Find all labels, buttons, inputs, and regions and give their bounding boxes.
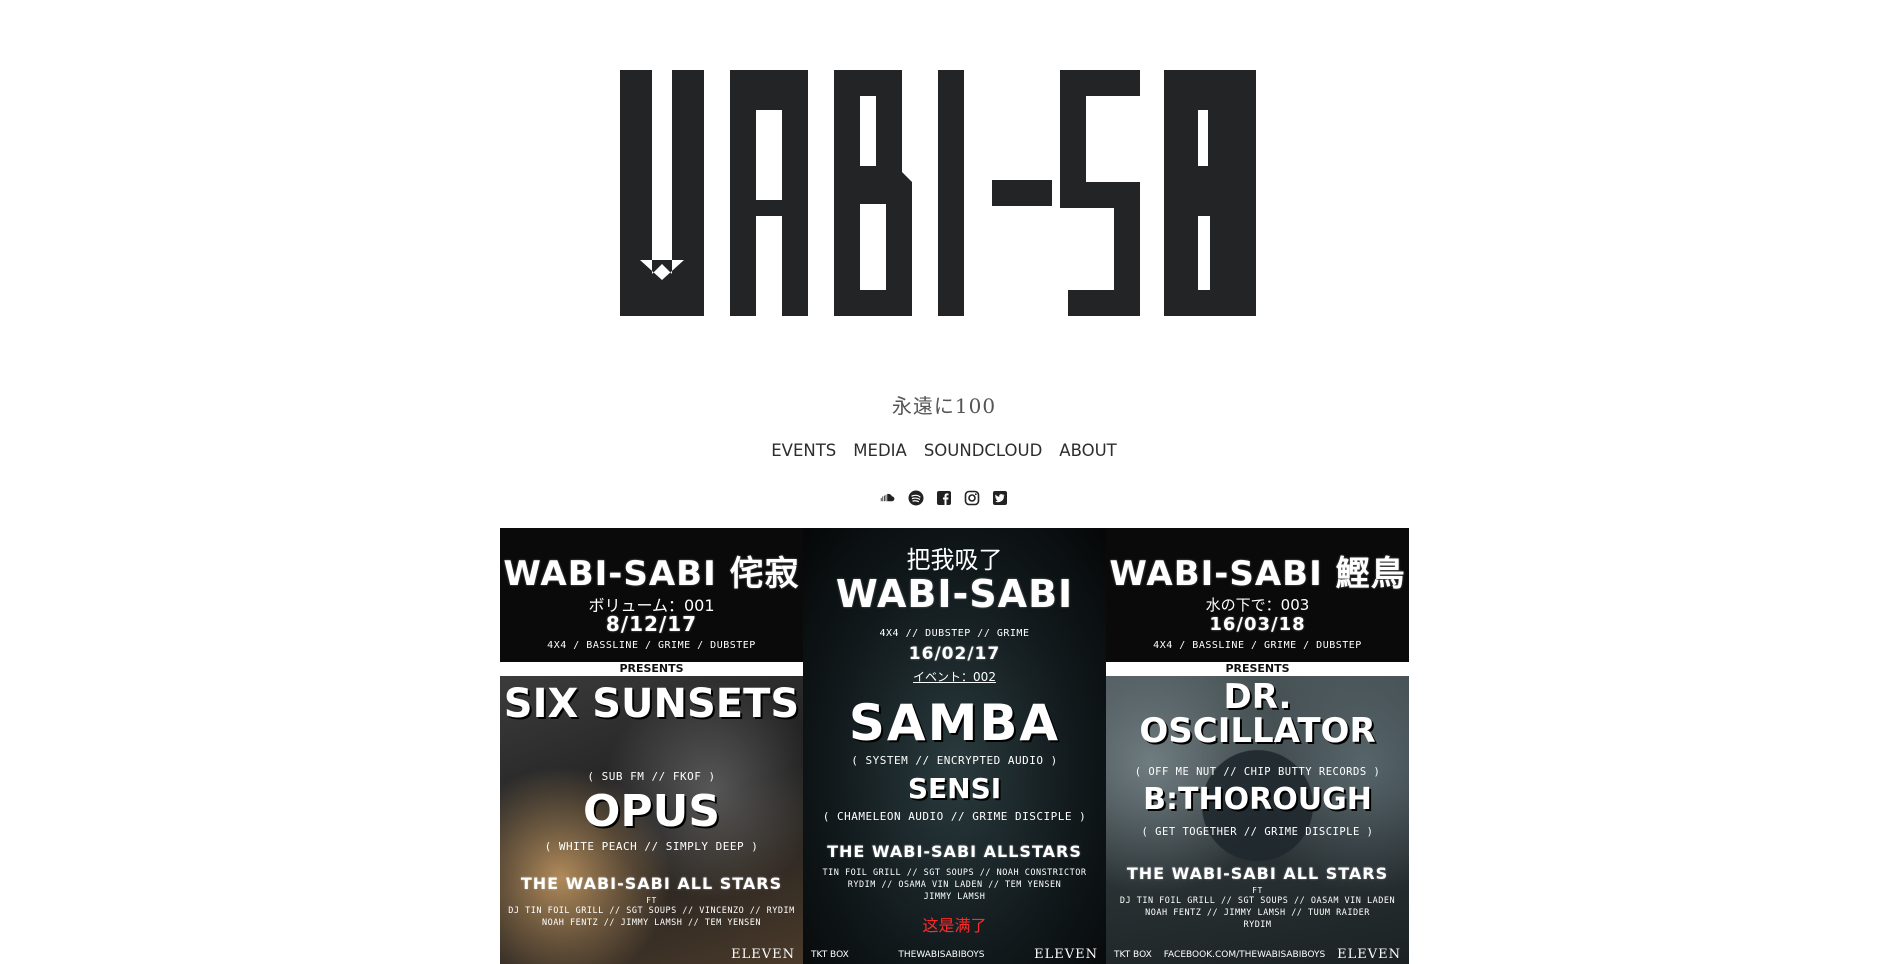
logo-wordmark (620, 70, 1242, 316)
nav-media[interactable]: MEDIA (853, 441, 907, 460)
poster-event-number: イベント：002 (913, 670, 996, 684)
poster-lineup-2: NOAH FENTZ // JIMMY LAMSH // TUUM RAIDER (1145, 908, 1370, 918)
nav-events[interactable]: EVENTS (771, 441, 836, 460)
poster-lineup-1: TIN FOIL GRILL // SGT SOUPS // NOAH CONS… (822, 868, 1087, 878)
poster-allstars: THE WABI-SABI ALL STARS (520, 874, 783, 893)
poster-date: 16/02/17 (908, 644, 1001, 664)
nav-soundcloud[interactable]: SOUNDCLOUD (924, 441, 1042, 460)
poster-volume: 水の下で：003 (1205, 596, 1310, 614)
event-poster-1[interactable]: WABI-SABI 侘寂 ボリューム：001 8/12/17 4X4 / BAS… (500, 528, 803, 964)
poster-footer: ELEVEN (500, 947, 803, 962)
tagline: 永遠に100 (891, 394, 997, 418)
site-logo[interactable] (620, 70, 1272, 316)
event-posters: WABI-SABI 侘寂 ボリューム：001 8/12/17 4X4 / BAS… (500, 528, 1409, 964)
poster-footer: TKT BOX THEWABISABIBOYS ELEVEN (803, 947, 1106, 962)
poster-headliner-1-sub: ( SUB FM // FKOF ) (587, 770, 716, 783)
nav-about[interactable]: ABOUT (1059, 441, 1116, 460)
poster-title: WABI-SABI 侘寂 (503, 554, 800, 594)
poster-soldout: 这是满了 (922, 916, 987, 935)
poster-headliner-2-sub: ( WHITE PEACH // SIMPLY DEEP ) (544, 840, 759, 853)
poster-lineup-1: DJ TIN FOIL GRILL // SGT SOUPS // VINCEN… (508, 906, 795, 916)
poster-header: WABI-SABI 侘寂 ボリューム：001 8/12/17 4X4 / BAS… (500, 528, 803, 662)
main-nav: EVENTS MEDIA SOUNDCLOUD ABOUT (0, 441, 1888, 460)
poster-genres: 4X4 / BASSLINE / GRIME / DUBSTEP (1153, 640, 1362, 651)
poster-kicker: 把我吸了 (906, 546, 1003, 574)
facebook-icon[interactable] (935, 489, 953, 507)
poster-headliner-2: SENSI (907, 772, 1002, 805)
instagram-icon[interactable] (963, 489, 981, 507)
poster-headliner-1-sub: ( OFF ME NUT // CHIP BUTTY RECORDS ) (1134, 766, 1381, 778)
poster-band: PRESENTS (1106, 662, 1409, 676)
venue-logo: ELEVEN (1034, 947, 1098, 962)
soundcloud-icon[interactable] (879, 489, 897, 507)
poster-genres: 4X4 / BASSLINE / GRIME / DUBSTEP (547, 640, 756, 651)
venue-logo: ELEVEN (1337, 947, 1401, 962)
poster-lineup-2: NOAH FENTZ // JIMMY LAMSH // TEM YENSEN (541, 918, 762, 928)
twitter-icon[interactable] (991, 489, 1009, 507)
poster-lineup-2: RYDIM // OSAMA VIN LADEN // TEM YENSEN (847, 880, 1062, 890)
poster-title: WABI-SABI 鰹鳥 (1109, 554, 1406, 594)
poster-headliner-1: SIX SUNSETS (503, 681, 800, 727)
poster-lineup-3: JIMMY LAMSH (923, 892, 986, 902)
venue-logo: ELEVEN (731, 947, 795, 962)
poster-date: 8/12/17 (605, 612, 698, 636)
poster-title: WABI-SABI (835, 572, 1074, 616)
poster-header: WABI-SABI 鰹鳥 水の下で：003 16/03/18 4X4 / BAS… (1106, 528, 1409, 662)
poster-genres: 4X4 // DUBSTEP // GRIME (879, 628, 1030, 639)
social-handle: FACEBOOK.COM/THEWABISABIBOYS (1163, 949, 1326, 960)
poster-footer: TKT BOX FACEBOOK.COM/THEWABISABIBOYS ELE… (1106, 947, 1409, 962)
event-poster-3[interactable]: WABI-SABI 鰹鳥 水の下で：003 16/03/18 4X4 / BAS… (1106, 528, 1409, 964)
event-poster-2[interactable]: 把我吸了 WABI-SABI 4X4 // DUBSTEP // GRIME 1… (803, 528, 1106, 964)
poster-headliner-1: DR. OSCILLATOR (1139, 677, 1376, 751)
poster-allstars: THE WABI-SABI ALLSTARS (827, 842, 1082, 861)
social-links (0, 489, 1888, 507)
poster-headliner-2: B:THOROUGH (1143, 782, 1372, 817)
logo-wordmark-tail (1180, 70, 1256, 316)
poster-lineup-1: DJ TIN FOIL GRILL // SGT SOUPS // OASAM … (1119, 896, 1396, 906)
poster-date: 16/03/18 (1209, 614, 1306, 635)
poster-headliner-1: SAMBA (848, 694, 1061, 752)
social-handle: THEWABISABIBOYS (898, 949, 985, 960)
poster-lineup-3: RYDIM (1243, 920, 1272, 930)
ticket-logo: TKT BOX (811, 949, 849, 960)
poster-headliner-2: OPUS (582, 786, 721, 837)
poster-ft: FT (646, 896, 657, 905)
poster-headliner-1-sub: ( SYSTEM // ENCRYPTED AUDIO ) (851, 754, 1058, 767)
spotify-icon[interactable] (907, 489, 925, 507)
poster-allstars: THE WABI-SABI ALL STARS (1126, 864, 1389, 883)
ticket-logo: TKT BOX (1114, 949, 1152, 960)
poster-band: PRESENTS (500, 662, 803, 676)
poster-ft: FT (1252, 886, 1263, 895)
poster-headliner-2-sub: ( GET TOGETHER // GRIME DISCIPLE ) (1141, 826, 1374, 838)
poster-headliner-2-sub: ( CHAMELEON AUDIO // GRIME DISCIPLE ) (822, 810, 1087, 823)
